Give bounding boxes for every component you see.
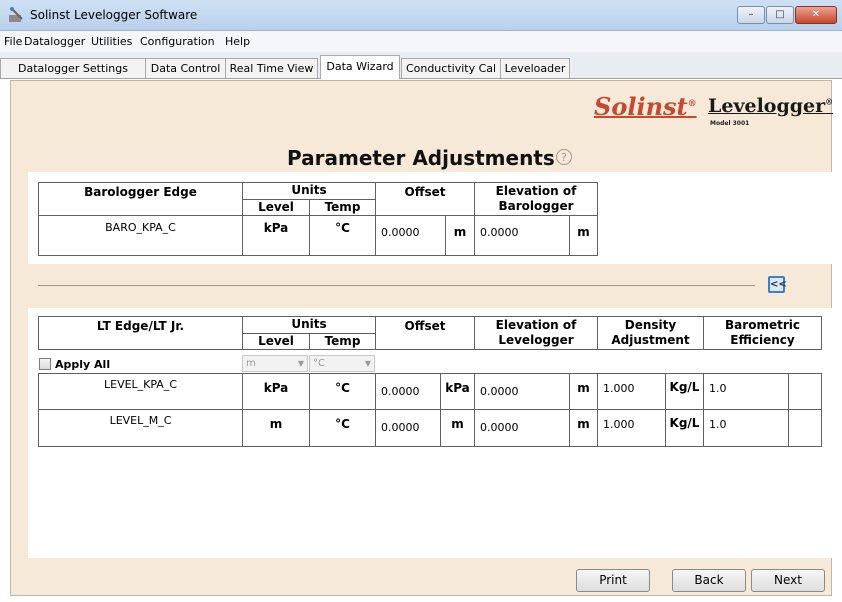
lt-elevation-unit: m xyxy=(569,409,598,447)
tab-real-time-view[interactable]: Real Time View xyxy=(225,58,318,78)
minimize-button[interactable]: – xyxy=(737,6,765,24)
lt-level-unit: kPa xyxy=(242,373,310,410)
lt-temp-header: Temp xyxy=(309,333,376,350)
print-button[interactable]: Print xyxy=(576,569,650,592)
lt-elevation-input[interactable]: 0.0000 xyxy=(474,373,570,410)
lt-baro-efficiency-header: Barometric Efficiency xyxy=(703,316,822,350)
section-divider xyxy=(38,285,755,286)
page-title: Parameter Adjustments xyxy=(287,146,555,170)
lt-elevation-input[interactable]: 0.0000 xyxy=(474,409,570,447)
app-logger-icon xyxy=(9,7,23,22)
lt-temp-unit: °C xyxy=(309,409,376,447)
baro-elevation-input[interactable]: 0.0000 xyxy=(474,215,570,256)
model-label: Model 3001 xyxy=(710,120,750,127)
tab-data-control[interactable]: Data Control xyxy=(145,58,226,78)
baro-units-header: Units xyxy=(242,182,376,200)
maximize-button[interactable]: □ xyxy=(766,6,794,24)
lt-logger-name: LEVEL_KPA_C xyxy=(38,373,243,410)
menu-utilities[interactable]: Utilities xyxy=(91,35,132,48)
menu-datalogger[interactable]: Datalogger xyxy=(24,35,85,48)
baro-offset-header: Offset xyxy=(375,182,475,216)
next-button[interactable]: Next xyxy=(751,569,825,592)
tab-datalogger-settings[interactable]: Datalogger Settings xyxy=(0,58,146,78)
lt-logger-name: LEVEL_M_C xyxy=(38,409,243,447)
lt-temp-unit: °C xyxy=(309,373,376,410)
collapse-button[interactable]: << xyxy=(768,276,787,293)
apply-level-unit-select[interactable]: m ▼ xyxy=(242,355,308,372)
apply-all-label: Apply All xyxy=(55,358,111,371)
tab-leveloader[interactable]: Leveloader xyxy=(500,58,570,78)
menu-file[interactable]: File xyxy=(4,35,22,48)
lt-offset-input[interactable]: 0.0000 xyxy=(375,373,441,410)
apply-temp-unit-select[interactable]: °C ▼ xyxy=(309,355,375,372)
apply-all-checkbox[interactable] xyxy=(39,358,51,370)
lt-baro-efficiency-extra xyxy=(788,409,822,447)
close-button[interactable]: ✕ xyxy=(795,6,837,24)
lt-density-input[interactable]: 1.000 xyxy=(597,373,666,410)
lt-density-input[interactable]: 1.000 xyxy=(597,409,666,447)
back-button[interactable]: Back xyxy=(672,569,746,592)
levelogger-logo: Levelogger® xyxy=(708,95,834,117)
lt-offset-unit: kPa xyxy=(440,373,475,410)
lt-density-unit: Kg/L xyxy=(665,409,704,447)
baro-name-header: Barologger Edge xyxy=(38,182,243,216)
baro-temp-unit: °C xyxy=(309,215,376,256)
lt-name-header: LT Edge/LT Jr. xyxy=(38,316,243,350)
lt-level-header: Level xyxy=(242,333,310,350)
lt-baro-efficiency-input[interactable]: 1.0 xyxy=(703,409,789,447)
baro-level-header: Level xyxy=(242,199,310,216)
solinst-logo: Solinst® xyxy=(594,92,697,121)
baro-offset-input[interactable]: 0.0000 xyxy=(375,215,446,256)
help-icon[interactable]: ? xyxy=(556,149,572,165)
lt-offset-header: Offset xyxy=(375,316,475,350)
lt-density-header: Density Adjustment xyxy=(597,316,704,350)
lt-offset-unit: m xyxy=(440,409,475,447)
baro-logger-name: BARO_KPA_C xyxy=(38,215,243,256)
lt-elevation-unit: m xyxy=(569,373,598,410)
lt-offset-input[interactable]: 0.0000 xyxy=(375,409,441,447)
baro-elevation-unit: m xyxy=(569,215,598,256)
window-title: Solinst Levelogger Software xyxy=(30,8,198,22)
menu-configuration[interactable]: Configuration xyxy=(140,35,215,48)
lt-density-unit: Kg/L xyxy=(665,373,704,410)
lt-baro-efficiency-input[interactable]: 1.0 xyxy=(703,373,789,410)
baro-offset-unit: m xyxy=(445,215,475,256)
lt-elevation-header: Elevation of Levelogger xyxy=(474,316,598,350)
lt-units-header: Units xyxy=(242,316,376,334)
baro-elevation-header: Elevation of Barologger xyxy=(474,182,598,216)
lt-baro-efficiency-extra xyxy=(788,373,822,410)
tab-data-wizard[interactable]: Data Wizard xyxy=(320,55,400,79)
baro-level-unit: kPa xyxy=(242,215,310,256)
menu-help[interactable]: Help xyxy=(225,35,250,48)
lt-level-unit: m xyxy=(242,409,310,447)
baro-temp-header: Temp xyxy=(309,199,376,216)
tab-conductivity-cal[interactable]: Conductivity Cal xyxy=(401,58,501,78)
